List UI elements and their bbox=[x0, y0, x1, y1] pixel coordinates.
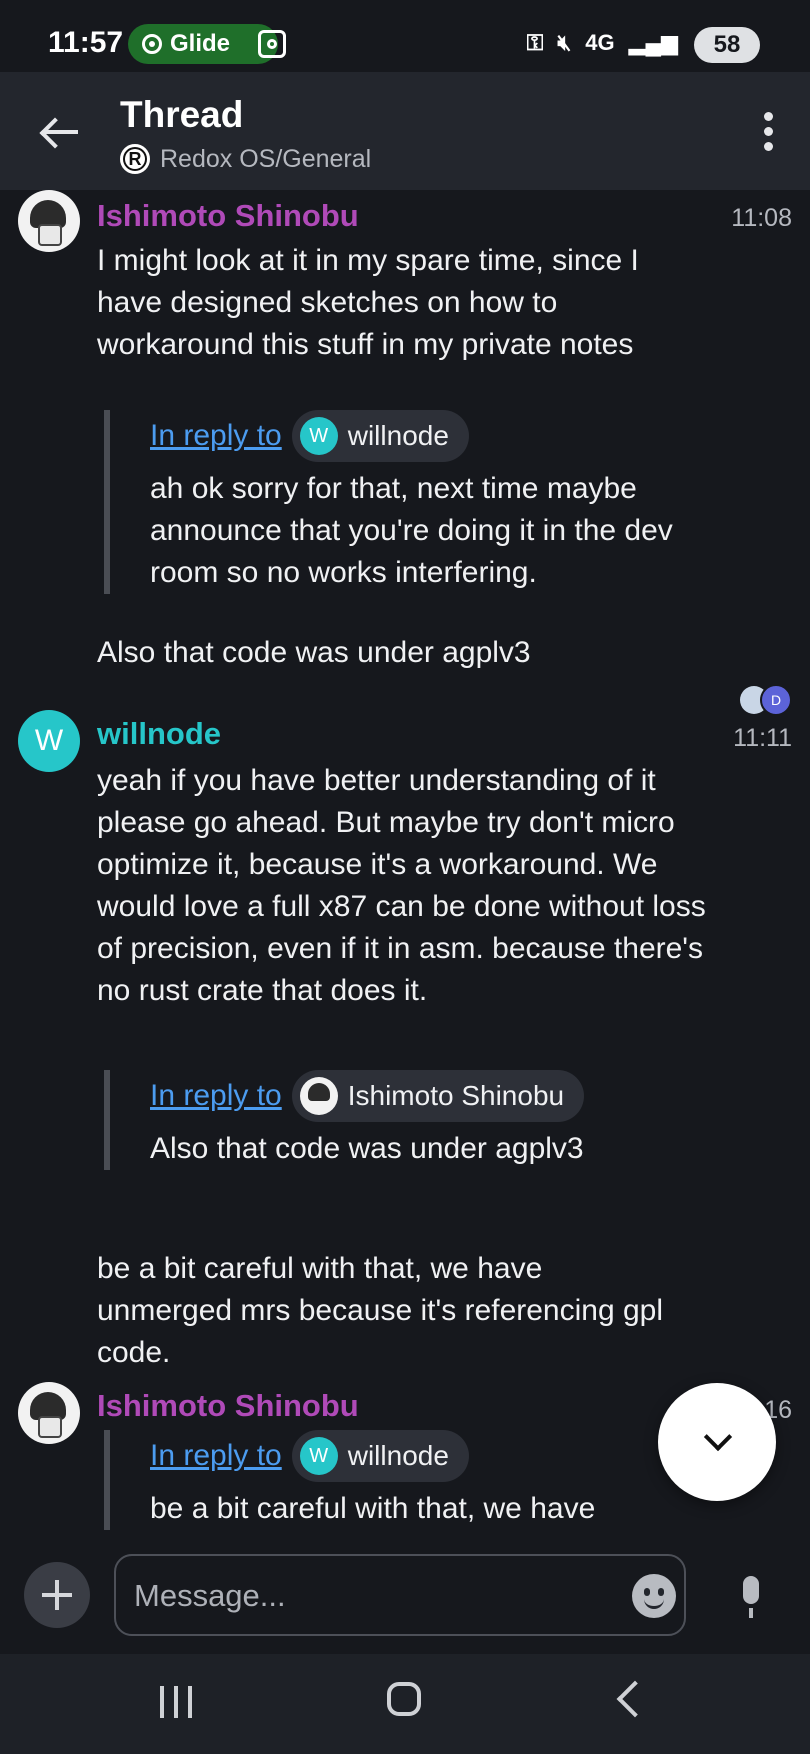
key-icon: ⚿ bbox=[526, 30, 544, 55]
user-pill[interactable]: Ishimoto Shinobu bbox=[291, 1070, 585, 1122]
status-bar: 11:57 Glide ⚿ 🔇︎ 4G ▂▄▆ 58 bbox=[0, 0, 810, 72]
glide-icon bbox=[142, 34, 162, 54]
scroll-to-bottom-button[interactable] bbox=[658, 1383, 776, 1501]
message-composer bbox=[0, 1538, 810, 1654]
user-pill-name: Ishimoto Shinobu bbox=[347, 1080, 565, 1111]
message-body: yeah if you have better understanding of… bbox=[97, 764, 706, 1007]
room-name: Redox OS/General bbox=[160, 144, 372, 173]
in-reply-to-link[interactable]: In reply to bbox=[150, 419, 282, 453]
more-options-icon[interactable] bbox=[764, 112, 776, 152]
room-logo-icon: R bbox=[120, 144, 150, 174]
in-reply-to-link[interactable]: In reply to bbox=[150, 1439, 282, 1473]
avatar[interactable]: W bbox=[18, 710, 80, 772]
message-body: I might look at it in my spare time, sin… bbox=[97, 244, 639, 361]
status-icons: ⚿ 🔇︎ 4G ▂▄▆ bbox=[527, 30, 678, 56]
sender-name[interactable]: willnode bbox=[97, 716, 221, 752]
glide-label: Glide bbox=[170, 30, 231, 57]
network-label: 4G bbox=[585, 30, 615, 55]
sender-name[interactable]: Ishimoto Shinobu bbox=[97, 1388, 359, 1424]
message-body-continued: be a bit careful with that, we have unme… bbox=[97, 1252, 664, 1369]
avatar[interactable] bbox=[18, 1382, 80, 1444]
battery-badge: 58 bbox=[694, 27, 760, 63]
page-title: Thread bbox=[120, 94, 244, 135]
system-back-icon[interactable] bbox=[616, 1680, 654, 1718]
thread-header: Thread R Redox OS/General bbox=[0, 72, 810, 190]
mute-icon: 🔇︎ bbox=[557, 30, 572, 55]
user-pill-name: willnode bbox=[347, 420, 449, 451]
recent-apps-icon[interactable] bbox=[160, 1686, 196, 1718]
user-pill-avatar: W bbox=[299, 1437, 338, 1475]
microphone-icon[interactable] bbox=[736, 1576, 766, 1620]
signal-icon: ▂▄▆ bbox=[628, 30, 678, 55]
message-field[interactable] bbox=[114, 1554, 686, 1636]
avatar[interactable] bbox=[18, 190, 80, 252]
message-time: 11:08 bbox=[731, 204, 792, 232]
message-time: 11:11 bbox=[733, 724, 792, 752]
emoji-icon[interactable] bbox=[632, 1574, 676, 1618]
system-nav-bar bbox=[0, 1654, 810, 1754]
quoted-text: Also that code was under agplv3 bbox=[150, 1132, 584, 1165]
reply-quote[interactable]: In reply to Ishimoto Shinobu Also that c… bbox=[104, 1070, 710, 1170]
message-body-continued: Also that code was under agplv3 bbox=[97, 636, 531, 669]
status-time: 11:57 bbox=[48, 26, 124, 59]
sender-name[interactable]: Ishimoto Shinobu bbox=[97, 198, 359, 234]
receipt-avatar: D bbox=[760, 684, 792, 716]
user-pill-avatar: W bbox=[299, 417, 338, 455]
user-pill-avatar bbox=[299, 1077, 338, 1115]
quoted-text: be a bit careful with that, we have bbox=[150, 1492, 596, 1525]
reply-quote[interactable]: In reply to W willnode ah ok sorry for t… bbox=[104, 410, 690, 594]
add-attachment-button[interactable] bbox=[24, 1562, 90, 1628]
quoted-text: ah ok sorry for that, next time maybe an… bbox=[150, 472, 673, 589]
user-pill[interactable]: W willnode bbox=[291, 1430, 469, 1482]
room-breadcrumb[interactable]: R Redox OS/General bbox=[120, 144, 371, 174]
home-icon[interactable] bbox=[387, 1682, 421, 1716]
message-input[interactable] bbox=[132, 1556, 596, 1636]
in-reply-to-link[interactable]: In reply to bbox=[150, 1079, 282, 1113]
reply-quote[interactable]: In reply to W willnode be a bit careful … bbox=[104, 1430, 710, 1530]
read-receipts[interactable]: D bbox=[740, 684, 796, 716]
message-timeline[interactable]: Ishimoto Shinobu 11:08 I might look at i… bbox=[0, 190, 810, 1538]
back-arrow-icon[interactable] bbox=[40, 114, 80, 150]
glide-chip[interactable]: Glide bbox=[128, 24, 278, 64]
user-pill[interactable]: W willnode bbox=[291, 410, 469, 462]
user-pill-name: willnode bbox=[347, 1440, 449, 1471]
screenshot-icon bbox=[258, 30, 286, 58]
